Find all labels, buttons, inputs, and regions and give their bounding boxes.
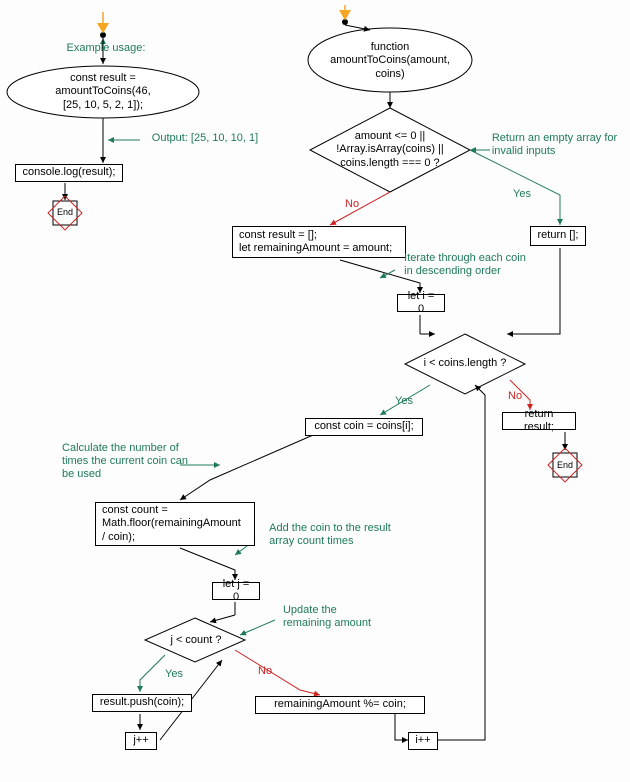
node-jpp: j++ (125, 732, 157, 750)
node-push: result.push(coin); (92, 694, 192, 712)
label-i-no: No (508, 390, 522, 402)
node-mod: remainingAmount %= coin; (255, 696, 425, 714)
label-i-yes: Yes (395, 395, 413, 407)
label-j-yes: Yes (165, 668, 183, 680)
comment-add-coin: Add the coin to the result array count t… (260, 520, 400, 550)
node-ipp: i++ (408, 732, 438, 750)
node-guard-condition: amount <= 0 || !Array.isArray(coins) || … (318, 128, 462, 172)
node-example-call: const result = amountToCoins(46, [25, 10… (15, 74, 191, 110)
label-j-no: No (258, 665, 272, 677)
node-return-empty: return []; (530, 226, 586, 246)
comment-invalid-inputs: Return an empty array for invalid inputs (482, 130, 627, 160)
node-i-condition: i < coins.length ? (410, 355, 520, 372)
node-init-result: const result = []; let remainingAmount =… (232, 226, 406, 258)
node-function-decl: function amountToCoins(amount, coins) (320, 40, 460, 82)
node-end-right: End (553, 458, 577, 473)
comment-output: Output: [25, 10, 10, 1] (140, 130, 270, 147)
node-let-i: let i = 0 (397, 294, 445, 312)
node-return-result: return result; (502, 412, 576, 430)
comment-iterate: Iterate through each coin in descending … (395, 250, 535, 280)
node-console-log: console.log(result); (15, 164, 123, 182)
comment-example-usage: Example usage: (56, 40, 156, 57)
node-coin-assign: const coin = coins[i]; (305, 418, 423, 436)
node-count-calc: const count = Math.floor(remainingAmount… (95, 502, 255, 546)
comment-calc-count: Calculate the number of times the curren… (55, 440, 195, 484)
label-guard-no: No (345, 198, 359, 210)
node-end-left: End (53, 205, 77, 220)
label-guard-yes: Yes (513, 188, 531, 200)
node-let-j: let j = 0 (212, 582, 260, 600)
comment-update-remaining: Update the remaining amount (272, 602, 382, 632)
node-j-condition: j < count ? (160, 632, 232, 649)
